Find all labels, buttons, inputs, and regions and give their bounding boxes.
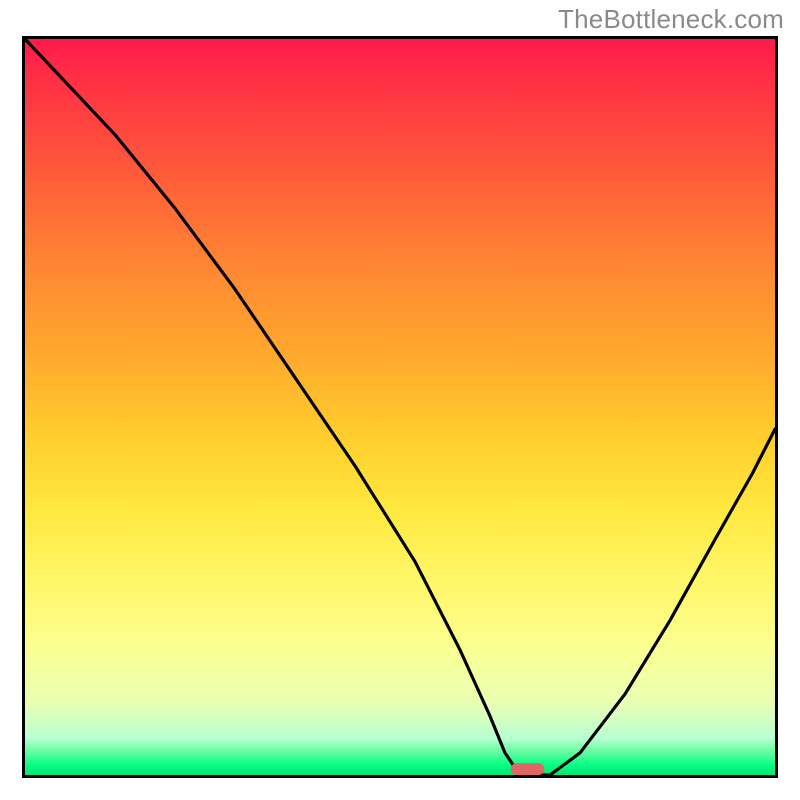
watermark-text: TheBottleneck.com (558, 4, 784, 35)
plot-area (22, 36, 778, 778)
optimal-marker (511, 763, 545, 775)
curve-svg (25, 39, 775, 775)
bottleneck-curve (25, 39, 775, 775)
chart-container: TheBottleneck.com (0, 0, 800, 800)
